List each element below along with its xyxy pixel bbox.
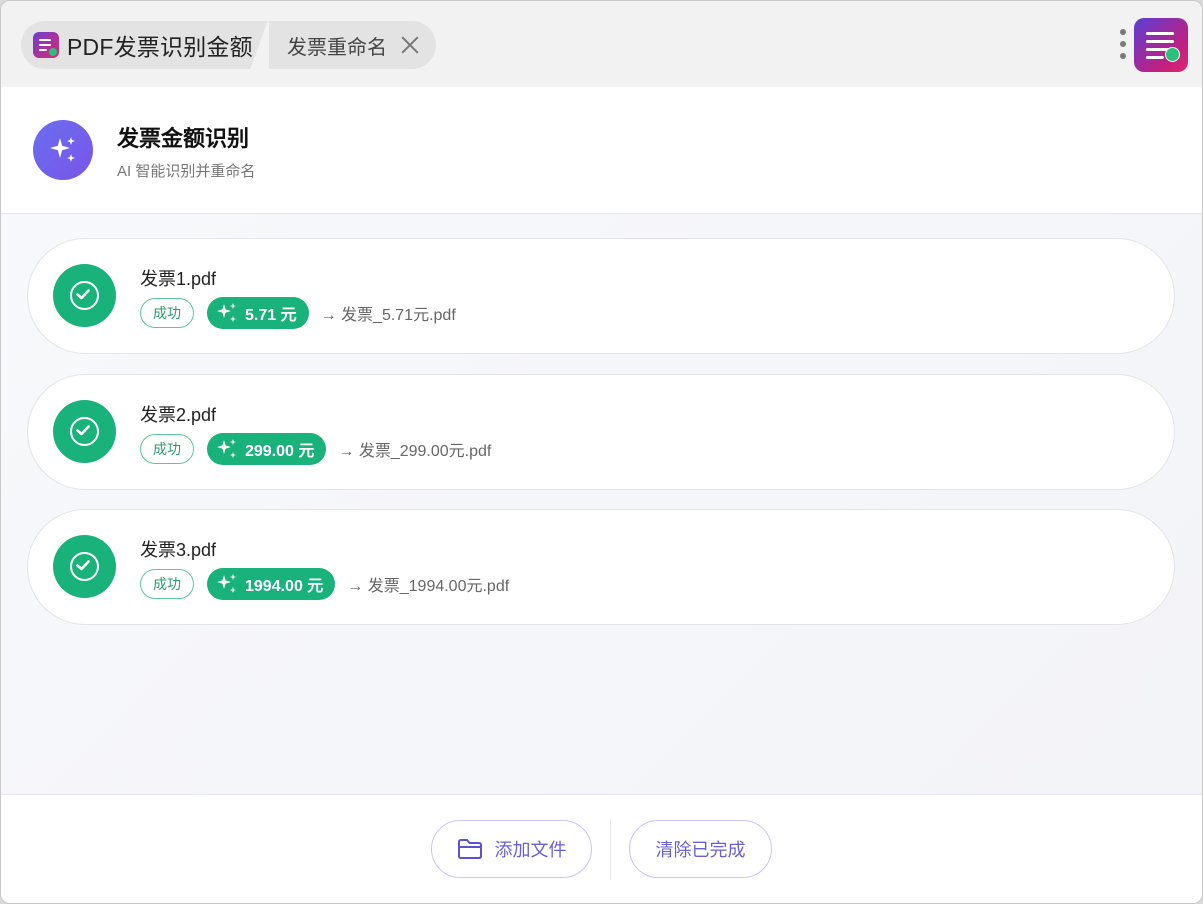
footer-bar: 添加文件 清除已完成 bbox=[1, 794, 1202, 903]
status-badge: 成功 bbox=[140, 569, 194, 599]
page-subtitle: AI 智能识别并重命名 bbox=[117, 163, 256, 180]
amount-value: 5.71 元 bbox=[245, 307, 297, 324]
file-name: 发票1.pdf bbox=[140, 269, 217, 289]
clear-completed-button[interactable]: 清除已完成 bbox=[629, 820, 772, 878]
status-badge: 成功 bbox=[140, 434, 194, 464]
list-item[interactable]: 发票2.pdf 成功 299.00 元 → 发票_299.00元.pdf bbox=[27, 374, 1175, 490]
tab-rename[interactable]: 发票重命名 bbox=[269, 21, 436, 69]
check-circle-icon bbox=[53, 400, 116, 463]
amount-value: 1994.00 元 bbox=[245, 578, 324, 595]
tab-rename-label: 发票重命名 bbox=[287, 36, 387, 59]
check-circle-icon bbox=[53, 535, 116, 598]
amount-badge: 1994.00 元 bbox=[207, 568, 336, 600]
sparkle-icon bbox=[33, 120, 93, 180]
sparkle-icon bbox=[217, 303, 236, 322]
sparkle-icon bbox=[217, 574, 236, 593]
file-name: 发票2.pdf bbox=[140, 405, 217, 425]
tab-main-label: PDF发票识别金额 bbox=[67, 34, 253, 60]
add-file-button[interactable]: 添加文件 bbox=[431, 820, 592, 878]
sparkle-icon bbox=[217, 439, 236, 458]
close-icon[interactable] bbox=[399, 34, 421, 56]
feature-header: 发票金额识别 AI 智能识别并重命名 bbox=[1, 87, 1202, 214]
amount-badge: 299.00 元 bbox=[207, 433, 327, 465]
app-window: PDF发票识别金额 发票重命名 发票金额识别 AI 智能识别并重命名 发票1.p… bbox=[0, 0, 1203, 904]
tab-main[interactable]: PDF发票识别金额 bbox=[21, 21, 283, 69]
list-item[interactable]: 发票3.pdf 成功 1994.00 元 → 发票_1994.00元.pdf bbox=[27, 509, 1175, 625]
clear-completed-label: 清除已完成 bbox=[655, 840, 746, 860]
new-file-name: → 发票_1994.00元.pdf bbox=[347, 578, 510, 595]
app-logo-icon bbox=[33, 32, 59, 58]
list-item[interactable]: 发票1.pdf 成功 5.71 元 → 发票_5.71元.pdf bbox=[27, 238, 1175, 354]
amount-value: 299.00 元 bbox=[245, 443, 315, 460]
file-name: 发票3.pdf bbox=[140, 540, 217, 560]
page-title: 发票金额识别 bbox=[117, 126, 250, 151]
app-logo-icon[interactable] bbox=[1134, 18, 1188, 72]
folder-icon bbox=[457, 839, 482, 859]
check-circle-icon bbox=[53, 264, 116, 327]
amount-badge: 5.71 元 bbox=[207, 297, 309, 329]
status-badge: 成功 bbox=[140, 298, 194, 328]
new-file-name: → 发票_299.00元.pdf bbox=[338, 443, 492, 460]
new-file-name: → 发票_5.71元.pdf bbox=[320, 307, 456, 324]
file-list: 发票1.pdf 成功 5.71 元 → 发票_5.71元.pdf 发票2.pdf… bbox=[1, 214, 1202, 794]
add-file-label: 添加文件 bbox=[494, 840, 567, 860]
more-vertical-icon[interactable] bbox=[1118, 29, 1128, 61]
footer-divider bbox=[610, 820, 611, 880]
title-bar: PDF发票识别金额 发票重命名 bbox=[1, 1, 1202, 87]
